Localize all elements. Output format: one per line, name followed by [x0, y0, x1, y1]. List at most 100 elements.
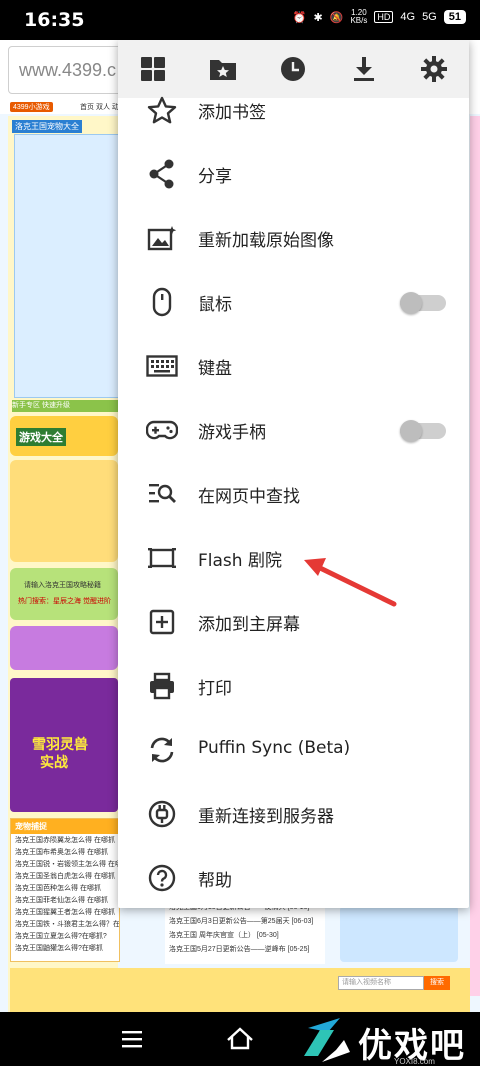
clock: 16:35	[24, 9, 85, 31]
strategy-input[interactable]: 请输入洛克王国攻略秘籍	[24, 580, 101, 590]
hd-badge: HD	[374, 11, 394, 23]
list-item[interactable]: 洛克王国鼬獾怎么得?在哪抓	[11, 942, 119, 954]
menu-item-share[interactable]: 分享	[118, 142, 469, 206]
list-item[interactable]: 洛克王国布希奥怎么得 在哪抓	[11, 846, 119, 858]
pet-encyclopedia-title[interactable]: 洛克王国宠物大全	[12, 120, 82, 133]
video-title-2: 实战	[40, 754, 68, 770]
bluetooth-icon: ✱	[313, 11, 323, 24]
list-item[interactable]: 洛克王国菲老仙怎么得 在哪抓	[11, 894, 119, 906]
menu-item-label: 在网页中查找	[198, 487, 300, 507]
red-arrow-annotation	[304, 558, 397, 607]
home-button[interactable]	[210, 1012, 270, 1066]
gamepad-toggle[interactable]	[400, 420, 446, 442]
add-to-home-icon	[146, 608, 178, 636]
status-icons: ⏰ ✱ 🔕 1.20 KB/s HD 4G 5G 51	[293, 9, 466, 25]
pet-banner[interactable]	[14, 134, 120, 398]
site-nav-links[interactable]: 首页 双人 动	[80, 102, 119, 112]
signal-5g: 5G	[422, 11, 437, 23]
url-text: www.4399.c	[19, 60, 117, 80]
ad-banner[interactable]	[10, 626, 118, 670]
mouse-toggle[interactable]	[400, 292, 446, 314]
menu-item-label: 游戏手柄	[198, 423, 266, 443]
quick-links-bar: 新手专区 快速升级	[12, 400, 118, 412]
home-icon	[227, 1027, 253, 1050]
battery-indicator: 51	[443, 10, 466, 24]
list-item[interactable]: 洛克王国锐・岩锻领主怎么得 在哪抓	[11, 858, 119, 870]
strategy-hot-search[interactable]: 热门搜索：星辰之海 觉醒进阶	[18, 596, 111, 606]
video-search-placeholder: 请输入视频名称	[342, 979, 391, 986]
hot-pets-panel[interactable]	[10, 460, 118, 562]
menu-lines-icon	[122, 1031, 142, 1048]
reconnect-icon	[146, 800, 178, 828]
menu-item-label: 添加到主屏幕	[198, 615, 300, 635]
print-icon	[146, 672, 178, 700]
menu-item-find-in-page[interactable]: 在网页中查找	[118, 462, 469, 526]
site-watermark: 优戏吧 YOXI8.com	[298, 1016, 480, 1066]
network-speed: 1.20 KB/s	[350, 8, 368, 25]
pet-catch-title: 宠物捕捉	[11, 819, 119, 834]
video-banner[interactable]: 雪羽灵兽 实战	[10, 678, 118, 812]
menu-item-print[interactable]: 打印	[118, 654, 469, 718]
news-list: 洛克王国6月10日更新公告——友情天 [06-10] 洛克王国6月3日更新公告—…	[165, 900, 325, 964]
menu-item-label: 分享	[198, 167, 232, 187]
sync-icon	[146, 736, 178, 764]
keyboard-icon	[146, 352, 178, 380]
video-title-1: 雪羽灵兽	[32, 736, 88, 752]
signal-4g: 4G	[400, 11, 416, 23]
list-item[interactable]: 洛克王国圣翁白虎怎么得 在哪抓	[11, 870, 119, 882]
video-nav-bar	[10, 968, 470, 1012]
menu-item-puffin-sync[interactable]: Puffin Sync (Beta)	[118, 718, 469, 782]
games-label: 游戏大全	[16, 428, 66, 446]
site-logo[interactable]: 4399小游戏	[10, 102, 53, 112]
status-bar: 16:35 ⏰ ✱ 🔕 1.20 KB/s HD 4G 5G 51	[0, 0, 480, 40]
menu-item-label: Flash 剧院	[198, 551, 282, 571]
featured-pet-widget[interactable]	[340, 906, 458, 962]
strategy-search-panel: 请输入洛克王国攻略秘籍 热门搜索：星辰之海 觉醒进阶	[10, 568, 118, 620]
list-item[interactable]: 洛克王国 周年庆官宣（上） [05-30]	[165, 928, 325, 942]
menu-item-label: Puffin Sync (Beta)	[198, 738, 351, 758]
list-item[interactable]: 洛克王国铁・斗狼君主怎么得？在哪抓	[11, 918, 119, 930]
menu-item-help[interactable]: 帮助	[118, 846, 469, 908]
video-search-button[interactable]: 搜索	[424, 976, 450, 990]
menu-item-reconnect-server[interactable]: 重新连接到服务器	[118, 782, 469, 846]
list-item[interactable]: 洛克王国6月3日更新公告——第25届天 [06-03]	[165, 914, 325, 928]
menu-item-mouse[interactable]: 鼠标	[118, 270, 469, 334]
menu-item-gamepad[interactable]: 游戏手柄	[118, 398, 469, 462]
quick-links-text[interactable]: 新手专区 快速升级	[12, 402, 70, 409]
list-item[interactable]: 洛克王国赤陨翼龙怎么得 在哪抓	[11, 834, 119, 846]
video-search-input[interactable]: 请输入视频名称	[338, 976, 424, 990]
gamepad-icon	[146, 416, 178, 444]
mute-icon: 🔕	[329, 11, 344, 24]
pet-catch-list: 宠物捕捉 洛克王国赤陨翼龙怎么得 在哪抓 洛克王国布希奥怎么得 在哪抓 洛克王国…	[10, 818, 120, 962]
find-in-page-icon	[146, 480, 178, 508]
list-item[interactable]: 洛克王国猩翼王者怎么得 在哪抓	[11, 906, 119, 918]
mouse-icon	[146, 287, 178, 317]
right-column	[470, 116, 480, 996]
menu-item-add-bookmark[interactable]: 添加书签	[118, 78, 469, 142]
menu-item-label: 鼠标	[198, 295, 232, 315]
help-icon	[146, 864, 178, 892]
share-icon	[146, 159, 178, 189]
list-item[interactable]: 洛克王国5月27日更新公告——逆峰布 [05-25]	[165, 942, 325, 956]
games-banner[interactable]: 游戏大全	[10, 416, 118, 456]
star-icon	[146, 96, 178, 124]
menu-item-reload-original-image[interactable]: 重新加载原始图像	[118, 206, 469, 270]
image-reload-icon	[146, 224, 178, 252]
menu-item-label: 键盘	[198, 359, 232, 379]
menu-item-add-to-home[interactable]: 添加到主屏幕	[118, 590, 469, 654]
menu-item-label: 帮助	[198, 871, 232, 891]
menu-item-label: 重新连接到服务器	[198, 807, 334, 827]
browser-menu: 添加书签 分享 重新加载原始图像 鼠标 键盘 游戏手柄 在网页中查找 Flash…	[118, 40, 469, 908]
toggle-knob	[400, 420, 422, 442]
menu-item-flash-theater[interactable]: Flash 剧院	[118, 526, 469, 590]
list-item[interactable]: 洛克王国立夏怎么得?在哪抓?	[11, 930, 119, 942]
recent-apps-button[interactable]	[102, 1012, 162, 1066]
toggle-knob	[400, 292, 422, 314]
menu-item-label: 打印	[198, 679, 232, 699]
menu-item-label: 添加书签	[198, 103, 266, 123]
alarm-icon: ⏰	[292, 11, 307, 24]
menu-item-keyboard[interactable]: 键盘	[118, 334, 469, 398]
list-item[interactable]: 洛克王国芭种怎么得 在哪抓	[11, 882, 119, 894]
flash-theater-icon	[146, 544, 178, 572]
menu-item-label: 重新加载原始图像	[198, 231, 334, 251]
